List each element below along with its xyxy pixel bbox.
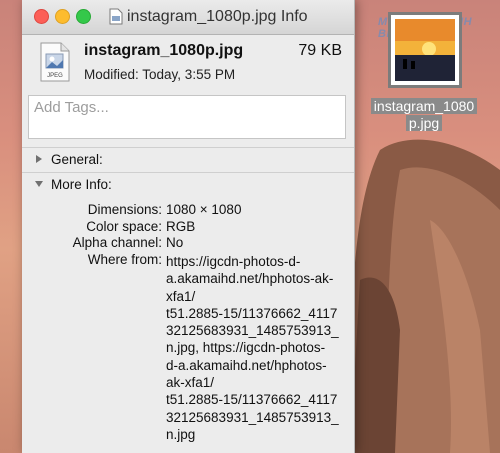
section-more-info-label: More Info: xyxy=(51,177,112,192)
file-header: JPEG instagram_1080p.jpg 79 KB Modified:… xyxy=(22,34,354,92)
where-from-line: xfa1/ xyxy=(166,288,196,304)
minimize-button[interactable] xyxy=(55,9,70,24)
where-from-label: Where from: xyxy=(87,251,162,267)
section-general-label: General: xyxy=(51,152,103,167)
alpha-channel-value: No xyxy=(166,235,184,250)
where-from-line: https://igcdn-photos-d- xyxy=(166,254,301,269)
alpha-channel-label: Alpha channel: xyxy=(72,235,162,250)
where-from-line: t51.2885-15/11376662_4117 xyxy=(166,305,338,321)
disclosure-right-icon[interactable] xyxy=(34,154,44,164)
color-space-label: Color space: xyxy=(86,218,162,234)
more-info-rows: Dimensions: 1080 × 1080 Color space: RGB… xyxy=(22,202,354,442)
where-from-line: 32125683931_1485753913_ xyxy=(166,323,339,339)
where-from-value: https://igcdn-photos-d- a.akamaihd.net/h… xyxy=(166,253,339,443)
title-bar[interactable]: instagram_1080p.jpg Info xyxy=(22,0,354,35)
modified-date: Modified: Today, 3:55 PM xyxy=(84,67,236,82)
svg-text:JPEG: JPEG xyxy=(47,73,63,79)
disclosure-down-icon[interactable] xyxy=(34,179,44,189)
where-from-line: n.jpg xyxy=(166,426,196,442)
where-from-line: t51.2885-15/11376662_4117 xyxy=(166,392,338,408)
dimensions-row: Dimensions: 1080 × 1080 xyxy=(22,202,354,219)
where-from-line: ak-xfa1/ xyxy=(166,375,215,391)
sunset-image xyxy=(395,19,455,81)
zoom-button[interactable] xyxy=(76,9,91,24)
where-from-line: d-a.akamaihd.net/hphotos- xyxy=(166,357,327,373)
where-from-line: a.akamaihd.net/hphotos-ak- xyxy=(166,271,334,287)
where-from-line: n.jpg, https://igcdn-photos- xyxy=(166,340,326,356)
dimensions-label: Dimensions: xyxy=(87,202,162,217)
color-space-row: Color space: RGB xyxy=(22,219,354,236)
desktop-wallpaper-mountain xyxy=(340,139,500,453)
section-more-info[interactable]: More Info: xyxy=(22,172,354,197)
document-icon xyxy=(109,8,123,25)
alpha-channel-row: Alpha channel: No xyxy=(22,235,354,252)
desktop-file-thumbnail[interactable] xyxy=(388,12,462,88)
window-title: instagram_1080p.jpg Info xyxy=(127,8,308,25)
info-window: instagram_1080p.jpg Info JPEG instagram_… xyxy=(22,0,355,453)
tags-input[interactable]: Add Tags... xyxy=(28,95,346,139)
desktop-file-label[interactable]: instagram_1080 p.jpg xyxy=(362,98,486,132)
color-space-value: RGB xyxy=(166,218,196,234)
where-from-line: 32125683931_1485753913_ xyxy=(166,409,339,425)
close-button[interactable] xyxy=(34,9,49,24)
file-name: instagram_1080p.jpg xyxy=(84,42,244,59)
section-general[interactable]: General: xyxy=(22,147,354,172)
jpeg-file-icon: JPEG xyxy=(40,42,70,82)
file-size: 79 KB xyxy=(298,42,342,59)
dimensions-value: 1080 × 1080 xyxy=(166,202,242,217)
